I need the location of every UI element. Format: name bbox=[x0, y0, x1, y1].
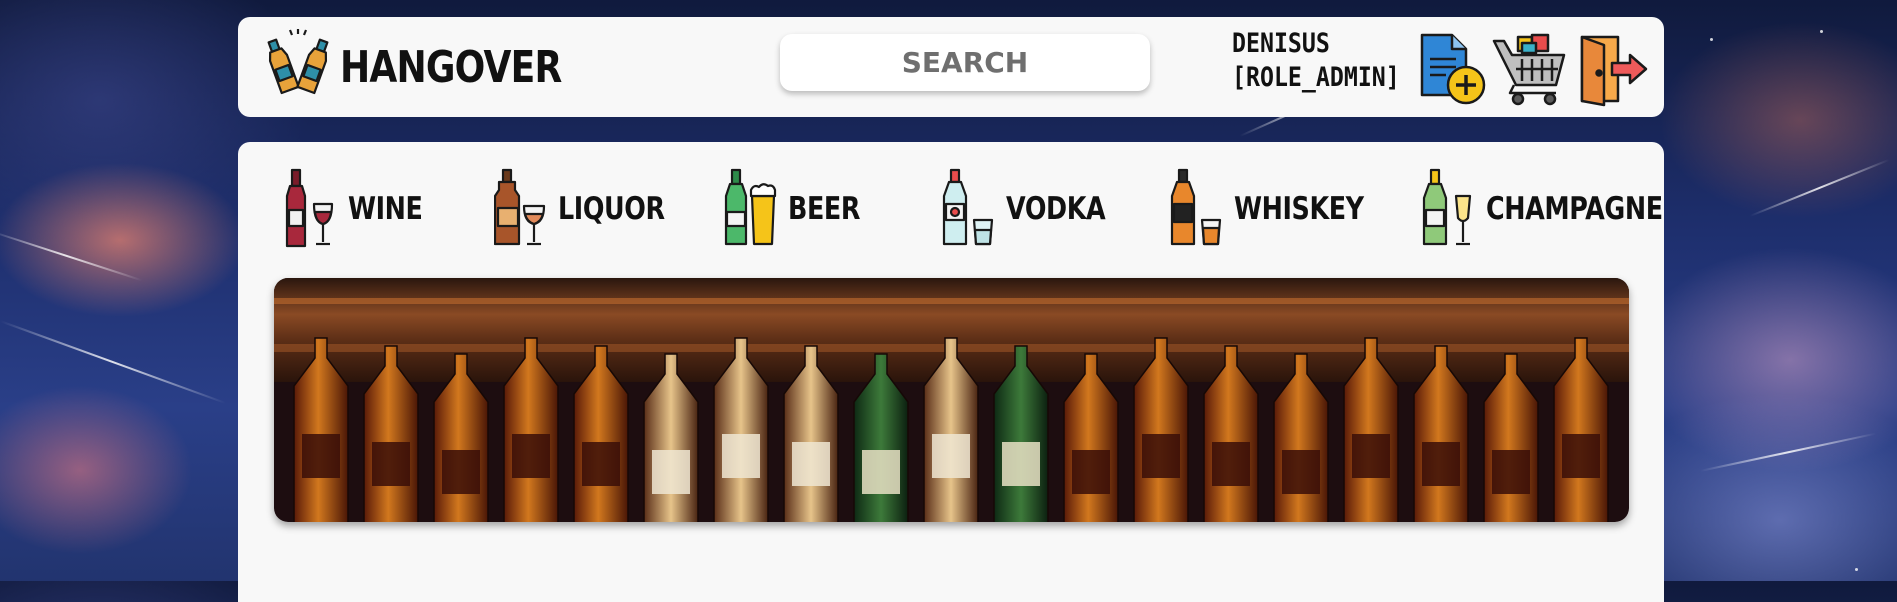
category-whiskey[interactable]: WHISKEY bbox=[1170, 168, 1392, 250]
bottle-label bbox=[1422, 442, 1460, 486]
bottle-label bbox=[652, 450, 690, 494]
sky-streak bbox=[0, 230, 143, 282]
brand[interactable]: HANGOVER bbox=[262, 29, 610, 105]
bottle-label bbox=[862, 450, 900, 494]
category-label: BEER bbox=[788, 191, 861, 227]
bottle-label bbox=[1212, 442, 1250, 486]
main-content: WINE LIQUOR BEER VODKA WHISKEY CHAMPAGNE bbox=[238, 142, 1664, 602]
category-liquor[interactable]: LIQUOR bbox=[494, 168, 688, 250]
category-label: WHISKEY bbox=[1234, 191, 1364, 227]
bottle-label bbox=[932, 434, 970, 478]
category-label: VODKA bbox=[1006, 191, 1106, 227]
bottle-label bbox=[582, 442, 620, 486]
document-add-icon bbox=[1420, 33, 1486, 105]
beer-bottles-cheers-icon bbox=[262, 29, 334, 105]
bar-shelf-bottles-photo bbox=[274, 278, 1629, 522]
search-input[interactable] bbox=[780, 34, 1150, 91]
bottle-label bbox=[1352, 434, 1390, 478]
bottle-label bbox=[372, 442, 410, 486]
bottle-label bbox=[1142, 434, 1180, 478]
star bbox=[1820, 30, 1823, 33]
category-label: WINE bbox=[348, 191, 423, 227]
category-beer[interactable]: BEER bbox=[724, 168, 876, 250]
user-role: [ROLE_ADMIN] bbox=[1232, 62, 1400, 93]
bottle-label bbox=[512, 434, 550, 478]
bottle-label bbox=[722, 434, 760, 478]
bottle-label bbox=[1282, 450, 1320, 494]
brand-title: HANGOVER bbox=[340, 41, 562, 93]
sky-streak bbox=[1749, 158, 1890, 217]
bottle-label bbox=[442, 450, 480, 494]
star bbox=[1710, 38, 1713, 41]
bottle-label bbox=[1492, 450, 1530, 494]
cart-button[interactable] bbox=[1492, 29, 1568, 109]
user-info: DENISUS [ROLE_ADMIN] bbox=[1232, 27, 1427, 95]
bottle-label bbox=[302, 434, 340, 478]
bar-shelf-banner bbox=[274, 278, 1629, 522]
username: DENISUS bbox=[1232, 28, 1330, 59]
exit-door-icon bbox=[1580, 35, 1648, 107]
category-label: CHAMPAGNE bbox=[1486, 191, 1663, 227]
shopping-cart-icon bbox=[1492, 33, 1566, 106]
sky-streak bbox=[0, 320, 226, 405]
category-vodka[interactable]: VODKA bbox=[942, 168, 1127, 250]
add-document-button[interactable] bbox=[1416, 29, 1492, 109]
logout-button[interactable] bbox=[1574, 29, 1650, 109]
sky-streak bbox=[1699, 432, 1877, 472]
category-label: LIQUOR bbox=[558, 191, 665, 227]
top-navbar: HANGOVER DENISUS [ROLE_ADMIN] bbox=[238, 17, 1664, 117]
category-wine[interactable]: WINE bbox=[284, 168, 439, 250]
bottle-label bbox=[1072, 450, 1110, 494]
beer-icon bbox=[724, 168, 777, 246]
liquor-icon bbox=[494, 168, 546, 246]
bottle-label bbox=[792, 442, 830, 486]
whiskey-icon bbox=[1170, 168, 1222, 246]
wine-icon bbox=[285, 168, 334, 248]
category-champagne[interactable]: CHAMPAGNE bbox=[1422, 168, 1701, 250]
star bbox=[1855, 568, 1858, 571]
bottle-label bbox=[1002, 442, 1040, 486]
champagne-icon bbox=[1422, 168, 1472, 246]
bottle-label bbox=[1562, 434, 1600, 478]
vodka-icon bbox=[942, 168, 994, 246]
